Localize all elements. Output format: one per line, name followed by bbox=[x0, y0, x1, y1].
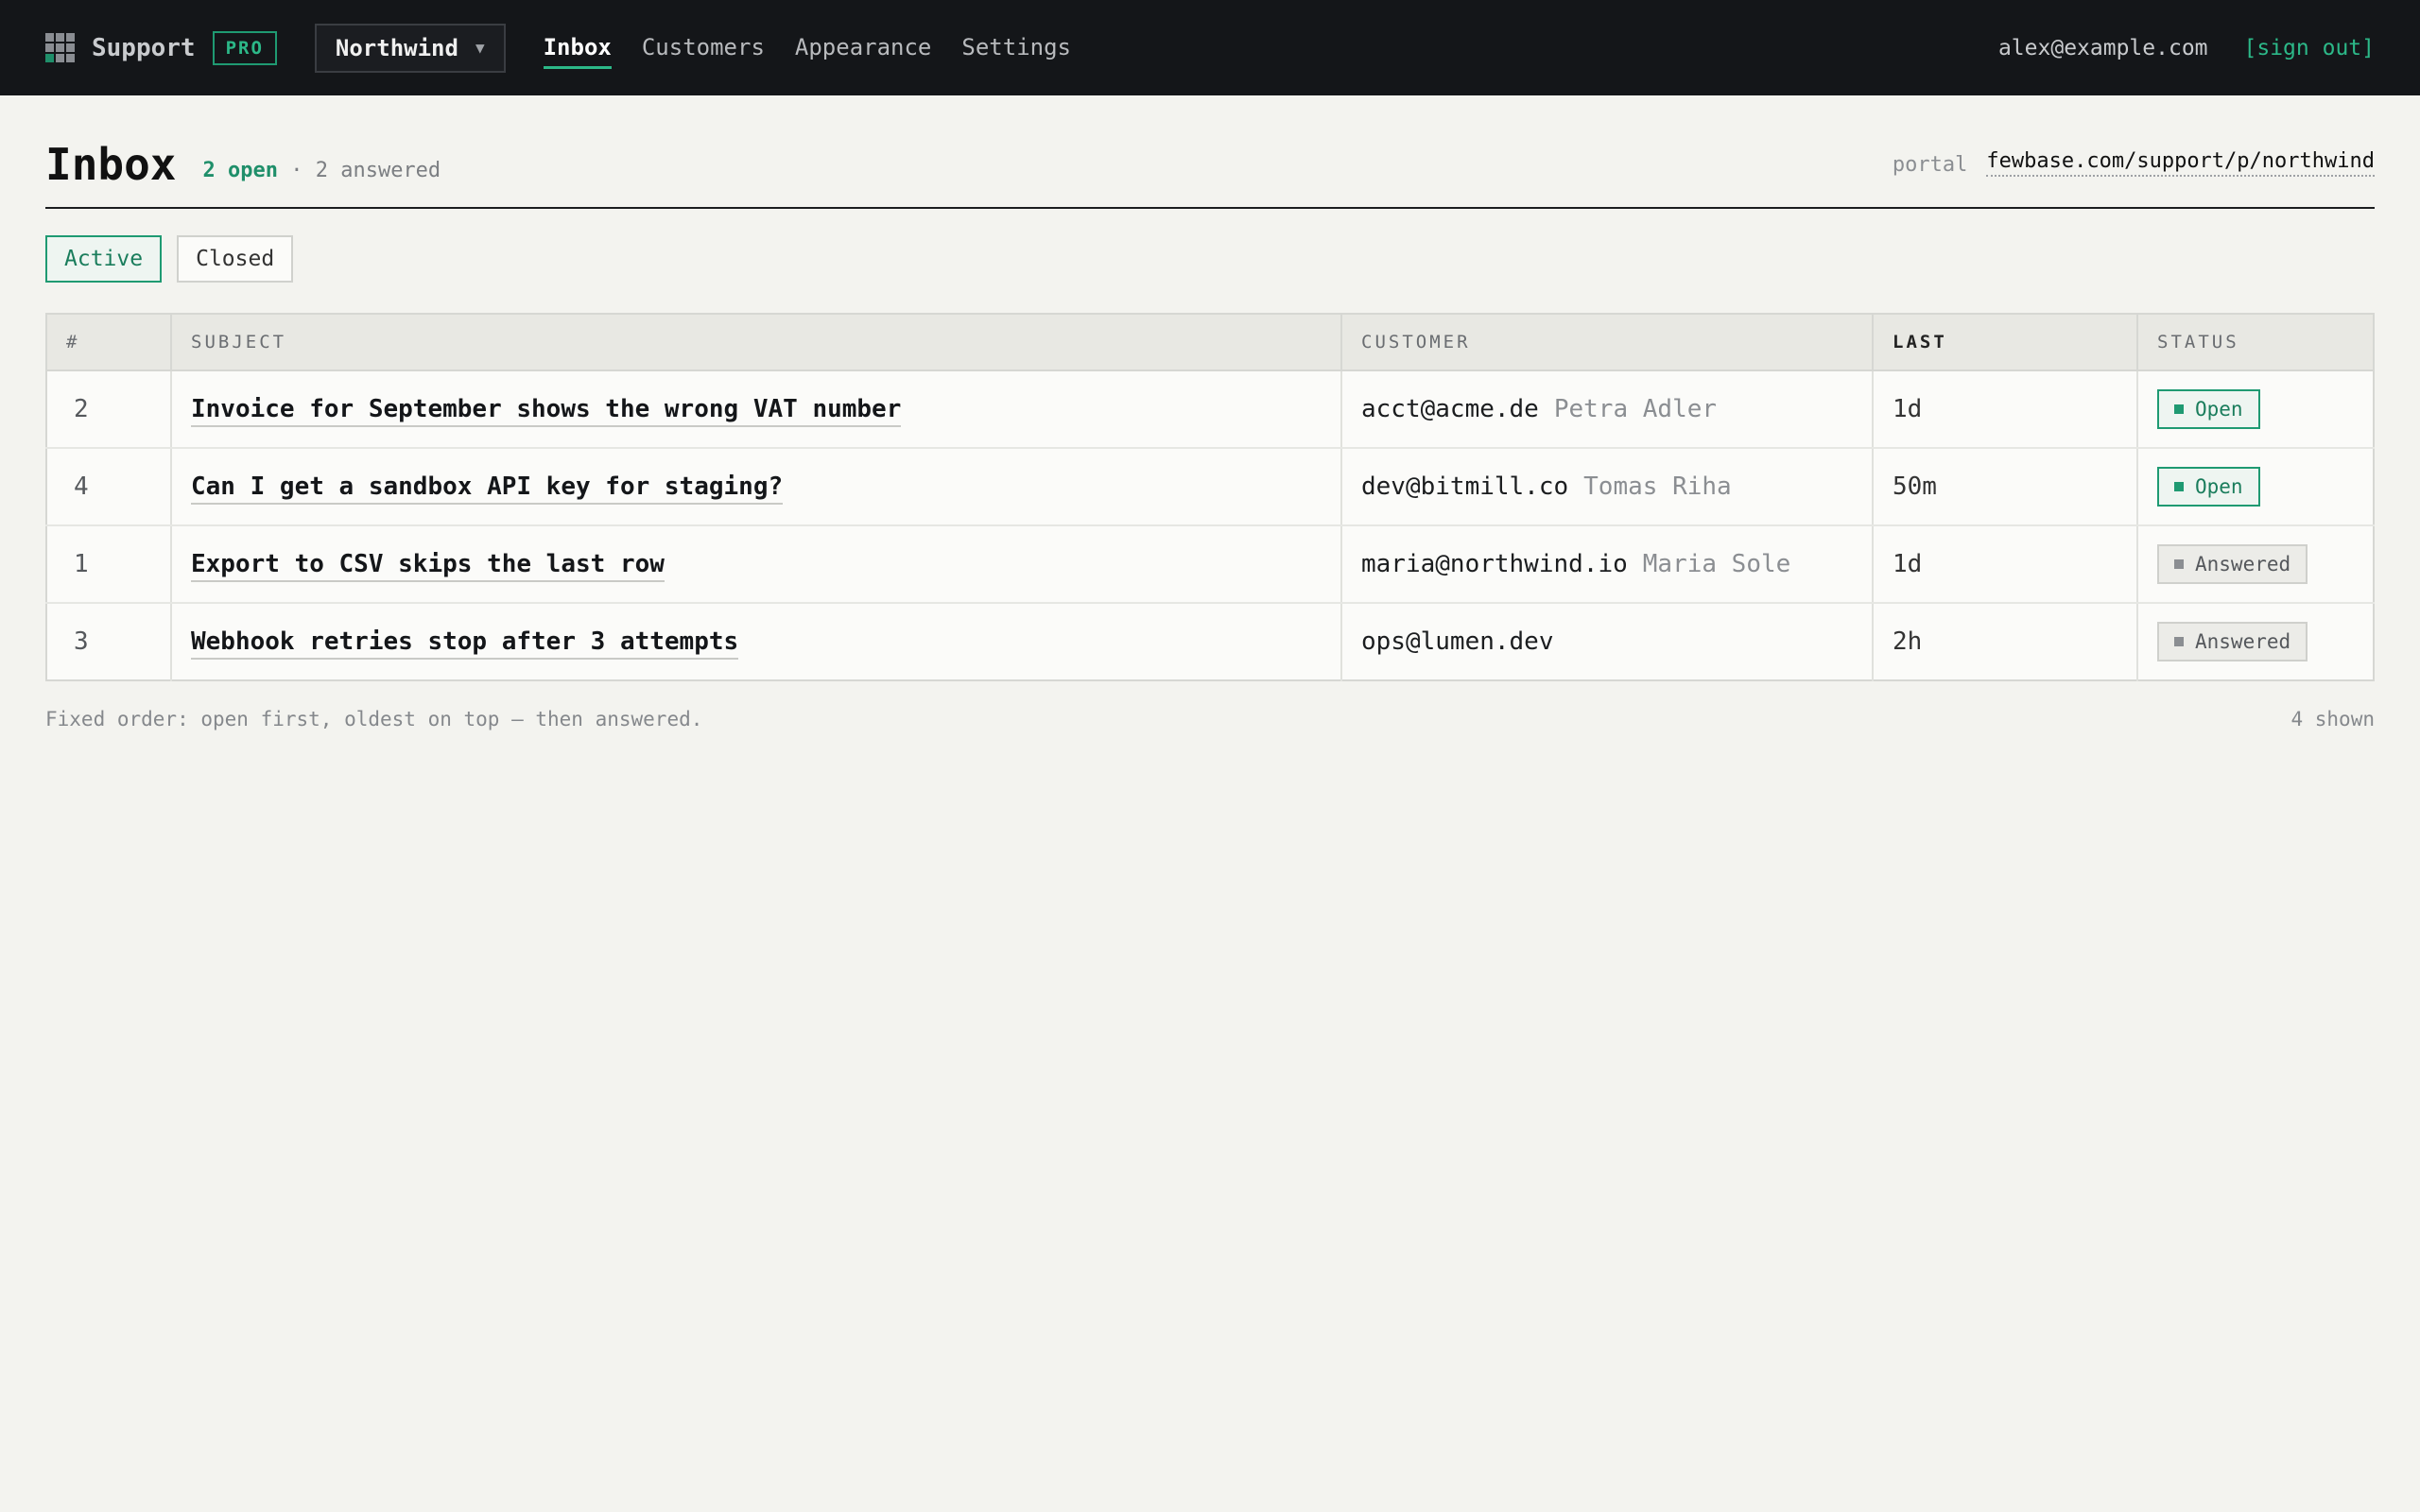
nav-settings[interactable]: Settings bbox=[961, 34, 1071, 69]
status-filters: Active Closed bbox=[45, 235, 2375, 283]
table-row[interactable]: 4 Can I get a sandbox API key for stagin… bbox=[46, 448, 2374, 526]
status-badge: Open bbox=[2157, 389, 2260, 429]
customer-email: ops@lumen.dev bbox=[1361, 627, 1554, 656]
ticket-number: 3 bbox=[46, 603, 172, 680]
grid-logo-icon bbox=[45, 33, 75, 62]
square-icon bbox=[2174, 559, 2184, 569]
ticket-last-activity: 50m bbox=[1873, 448, 2138, 526]
ticket-last-activity: 1d bbox=[1873, 525, 2138, 604]
square-icon bbox=[2174, 482, 2184, 491]
customer-name: Petra Adler bbox=[1553, 395, 1718, 423]
table-row[interactable]: 2 Invoice for September shows the wrong … bbox=[46, 370, 2374, 449]
ticket-customer: dev@bitmill.co Tomas Riha bbox=[1341, 448, 1874, 526]
table-row[interactable]: 3 Webhook retries stop after 3 attempts … bbox=[46, 603, 2374, 680]
status-badge: Open bbox=[2157, 467, 2260, 507]
top-bar: Support PRO Northwind ▼ Inbox Customers … bbox=[0, 0, 2420, 95]
square-icon bbox=[2174, 637, 2184, 646]
customer-email: acct@acme.de bbox=[1361, 395, 1539, 423]
ticket-subject-link[interactable]: Can I get a sandbox API key for staging? bbox=[191, 472, 784, 505]
nav-appearance[interactable]: Appearance bbox=[795, 34, 932, 69]
ticket-status: Open bbox=[2137, 370, 2374, 449]
table-header-row: # SUBJECT CUSTOMER LAST STATUS bbox=[46, 314, 2374, 371]
nav-customers[interactable]: Customers bbox=[642, 34, 765, 69]
table-row[interactable]: 1 Export to CSV skips the last row maria… bbox=[46, 525, 2374, 604]
sort-note: Fixed order: open first, oldest on top —… bbox=[45, 708, 703, 730]
ticket-subject: Webhook retries stop after 3 attempts bbox=[171, 603, 1342, 680]
column-header-number[interactable]: # bbox=[46, 314, 172, 371]
ticket-subject-link[interactable]: Export to CSV skips the last row bbox=[191, 550, 665, 582]
ticket-subject: Can I get a sandbox API key for staging? bbox=[171, 448, 1342, 526]
status-label: Answered bbox=[2195, 553, 2291, 576]
portal-label: portal bbox=[1892, 153, 1968, 177]
customer-email: dev@bitmill.co bbox=[1361, 472, 1569, 501]
ticket-status: Answered bbox=[2137, 603, 2374, 680]
status-label: Answered bbox=[2195, 630, 2291, 653]
ticket-customer: ops@lumen.dev bbox=[1341, 603, 1874, 680]
filter-closed-button[interactable]: Closed bbox=[177, 235, 294, 283]
square-icon bbox=[2174, 404, 2184, 414]
ticket-status: Answered bbox=[2137, 525, 2374, 604]
shown-count: 4 shown bbox=[2290, 708, 2375, 730]
status-label: Open bbox=[2195, 398, 2243, 421]
nav-inbox[interactable]: Inbox bbox=[543, 34, 612, 69]
open-count: 2 open bbox=[202, 159, 278, 182]
ticket-number: 1 bbox=[46, 525, 172, 604]
status-badge: Answered bbox=[2157, 622, 2308, 662]
plan-badge: PRO bbox=[212, 30, 277, 65]
portal-info: portal fewbase.com/support/p/northwind bbox=[1893, 149, 2375, 186]
ticket-last-activity: 1d bbox=[1873, 370, 2138, 449]
ticket-number: 2 bbox=[46, 370, 172, 449]
filter-active-button[interactable]: Active bbox=[45, 235, 163, 283]
project-name: Northwind bbox=[335, 34, 458, 61]
ticket-status: Open bbox=[2137, 448, 2374, 526]
ticket-customer: maria@northwind.io Maria Sole bbox=[1341, 525, 1874, 604]
sign-out-link[interactable]: [sign out] bbox=[2244, 36, 2375, 60]
customer-email: maria@northwind.io bbox=[1361, 550, 1628, 578]
column-header-last[interactable]: LAST bbox=[1873, 314, 2138, 371]
tickets-table: # SUBJECT CUSTOMER LAST STATUS 2 Invoice… bbox=[45, 313, 2375, 681]
count-separator: · bbox=[290, 159, 303, 182]
customer-name: Tomas Riha bbox=[1583, 472, 1732, 501]
ticket-number: 4 bbox=[46, 448, 172, 526]
column-header-customer[interactable]: CUSTOMER bbox=[1341, 314, 1874, 371]
ticket-last-activity: 2h bbox=[1873, 603, 2138, 680]
page-title: Inbox bbox=[45, 139, 177, 190]
ticket-subject-link[interactable]: Webhook retries stop after 3 attempts bbox=[191, 627, 739, 660]
customer-name: Maria Sole bbox=[1642, 550, 1791, 578]
status-label: Open bbox=[2195, 475, 2243, 498]
portal-url-link[interactable]: fewbase.com/support/p/northwind bbox=[1986, 149, 2375, 177]
table-footer: Fixed order: open first, oldest on top —… bbox=[45, 708, 2375, 730]
main-content: Inbox 2 open · 2 answered portal fewbase… bbox=[0, 95, 2420, 730]
column-header-status[interactable]: STATUS bbox=[2137, 314, 2374, 371]
ticket-subject-link[interactable]: Invoice for September shows the wrong VA… bbox=[191, 395, 902, 427]
ticket-customer: acct@acme.de Petra Adler bbox=[1341, 370, 1874, 449]
ticket-subject: Invoice for September shows the wrong VA… bbox=[171, 370, 1342, 449]
brand-name: Support bbox=[92, 33, 196, 62]
answered-count: 2 answered bbox=[315, 159, 441, 182]
user-email: alex@example.com bbox=[1997, 35, 2208, 60]
column-header-subject[interactable]: SUBJECT bbox=[171, 314, 1342, 371]
ticket-subject: Export to CSV skips the last row bbox=[171, 525, 1342, 604]
page-header: Inbox 2 open · 2 answered portal fewbase… bbox=[45, 95, 2375, 209]
project-switcher[interactable]: Northwind ▼ bbox=[314, 23, 506, 73]
ticket-counts: 2 open · 2 answered bbox=[202, 159, 441, 186]
status-badge: Answered bbox=[2157, 544, 2308, 584]
main-nav: Inbox Customers Appearance Settings bbox=[543, 26, 1101, 69]
chevron-down-icon: ▼ bbox=[475, 39, 485, 57]
